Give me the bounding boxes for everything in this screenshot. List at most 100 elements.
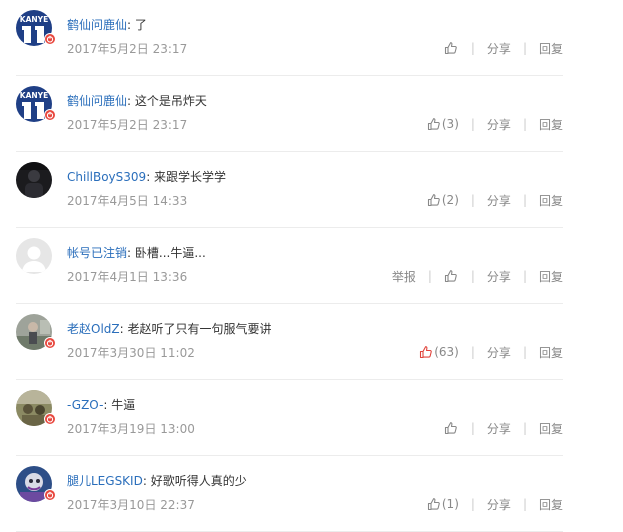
divider: | (470, 117, 475, 131)
comment-actions: (3) | 分享 | 回复 (427, 116, 563, 132)
comment-time: 2017年5月2日 23:17 (67, 42, 188, 56)
like-button[interactable] (444, 41, 459, 55)
comment-line: ChillBoyS309: 来跟学长学学 (67, 168, 226, 185)
share-link[interactable]: 分享 (487, 192, 511, 209)
username-link[interactable]: 鹤仙问鹿仙 (67, 94, 127, 108)
comment-item: -GZO-: 牛逼 2017年3月19日 13:00 | 分享 | 回复 (0, 380, 563, 456)
username-link[interactable]: 老赵OldZ (67, 322, 120, 336)
reply-link[interactable]: 回复 (539, 496, 563, 513)
reply-link[interactable]: 回复 (539, 116, 563, 133)
divider: | (522, 421, 527, 435)
thumbs-up-icon (427, 118, 440, 131)
comment-item: 腿儿LEGSKID: 好歌听得人真的少 2017年3月10日 22:37 (1)… (0, 456, 563, 532)
comment-actions: (63) | 分享 | 回复 (419, 344, 563, 360)
divider: | (522, 269, 527, 283)
vip-badge-icon (44, 413, 56, 425)
reply-link[interactable]: 回复 (539, 192, 563, 209)
username-link[interactable]: 腿儿LEGSKID (67, 474, 143, 488)
thumbs-up-icon (427, 194, 440, 207)
like-button[interactable] (444, 421, 459, 435)
share-link[interactable]: 分享 (487, 116, 511, 133)
reply-link[interactable]: 回复 (539, 344, 563, 361)
comment-item: KANYE 鹤仙问鹿仙: 了 2017年5月2日 23:17 | 分享 | 回复 (0, 0, 563, 76)
comment-time: 2017年3月10日 22:37 (67, 498, 195, 512)
comment-time: 2017年4月1日 13:36 (67, 270, 188, 284)
like-count: (63) (434, 345, 459, 359)
share-link[interactable]: 分享 (487, 344, 511, 361)
thumbs-up-icon (444, 422, 457, 435)
like-button[interactable]: (63) (419, 345, 459, 359)
username-link[interactable]: 鹤仙问鹿仙 (67, 18, 127, 32)
share-link[interactable]: 分享 (487, 40, 511, 57)
comment-line: -GZO-: 牛逼 (67, 396, 135, 413)
divider: | (470, 41, 475, 55)
divider: | (522, 345, 527, 359)
divider: | (470, 497, 475, 511)
divider: | (522, 193, 527, 207)
comment-actions: | 分享 | 回复 (444, 40, 563, 56)
thumbs-up-icon (444, 42, 457, 55)
comment-time: 2017年3月30日 11:02 (67, 346, 195, 360)
vip-badge-icon (44, 337, 56, 349)
divider: | (522, 497, 527, 511)
username-link[interactable]: -GZO- (67, 398, 103, 412)
comment-actions: 举报 | | 分享 | 回复 (392, 268, 563, 284)
svg-text:KANYE: KANYE (20, 91, 48, 100)
svg-text:KANYE: KANYE (20, 15, 48, 24)
comment-line: 帐号已注销: 卧槽...牛逼... (67, 244, 206, 261)
vip-badge-icon (44, 33, 56, 45)
comment-line: 老赵OldZ: 老赵听了只有一句服气要讲 (67, 320, 271, 337)
comment-time: 2017年4月5日 14:33 (67, 194, 188, 208)
reply-link[interactable]: 回复 (539, 420, 563, 437)
like-button[interactable]: (3) (427, 117, 459, 131)
divider: | (427, 269, 432, 283)
report-link[interactable]: 举报 (392, 268, 416, 285)
share-link[interactable]: 分享 (487, 268, 511, 285)
username-link[interactable]: 帐号已注销 (67, 246, 127, 260)
comment-text: : 了 (127, 18, 147, 32)
comment-text: : 好歌听得人真的少 (142, 474, 247, 488)
comment-actions: (1) | 分享 | 回复 (427, 496, 563, 512)
like-button[interactable]: (2) (427, 193, 459, 207)
thumbs-up-icon (420, 346, 433, 359)
avatar[interactable] (16, 162, 52, 198)
comment-item: KANYE 鹤仙问鹿仙: 这个是吊炸天 2017年5月2日 23:17 (3) … (0, 76, 563, 152)
divider: | (470, 269, 475, 283)
like-count: (1) (441, 497, 459, 511)
vip-badge-icon (44, 109, 56, 121)
comment-text: : 牛逼 (103, 398, 136, 412)
share-link[interactable]: 分享 (487, 496, 511, 513)
comment-time: 2017年5月2日 23:17 (67, 118, 188, 132)
divider: | (522, 41, 527, 55)
like-count: (2) (441, 193, 459, 207)
comment-item: ChillBoyS309: 来跟学长学学 2017年4月5日 14:33 (2)… (0, 152, 563, 228)
comment-item: 帐号已注销: 卧槽...牛逼... 2017年4月1日 13:36 举报 | |… (0, 228, 563, 304)
comment-text: : 这个是吊炸天 (127, 94, 207, 108)
comment-line: 鹤仙问鹿仙: 这个是吊炸天 (67, 92, 207, 109)
comment-line: 鹤仙问鹿仙: 了 (67, 16, 147, 33)
divider: | (470, 345, 475, 359)
like-button[interactable] (444, 269, 459, 283)
comment-actions: | 分享 | 回复 (444, 420, 563, 436)
like-button[interactable]: (1) (427, 497, 459, 511)
avatar-image (16, 162, 52, 198)
comment-text: : 来跟学长学学 (146, 170, 227, 184)
vip-badge-icon (44, 489, 56, 501)
comment-actions: (2) | 分享 | 回复 (427, 192, 563, 208)
reply-link[interactable]: 回复 (539, 40, 563, 57)
comment-text: : 老赵听了只有一句服气要讲 (119, 322, 272, 336)
divider: | (470, 193, 475, 207)
avatar-image (16, 238, 52, 274)
thumbs-up-icon (444, 270, 457, 283)
comment-text: : 卧槽...牛逼... (127, 246, 206, 260)
comment-line: 腿儿LEGSKID: 好歌听得人真的少 (67, 472, 247, 489)
like-count: (3) (441, 117, 459, 131)
username-link[interactable]: ChillBoyS309 (67, 170, 146, 184)
comment-time: 2017年3月19日 13:00 (67, 422, 195, 436)
thumbs-up-icon (427, 498, 440, 511)
reply-link[interactable]: 回复 (539, 268, 563, 285)
comment-item: 老赵OldZ: 老赵听了只有一句服气要讲 2017年3月30日 11:02 (6… (0, 304, 563, 380)
divider: | (522, 117, 527, 131)
avatar[interactable] (16, 238, 52, 274)
share-link[interactable]: 分享 (487, 420, 511, 437)
